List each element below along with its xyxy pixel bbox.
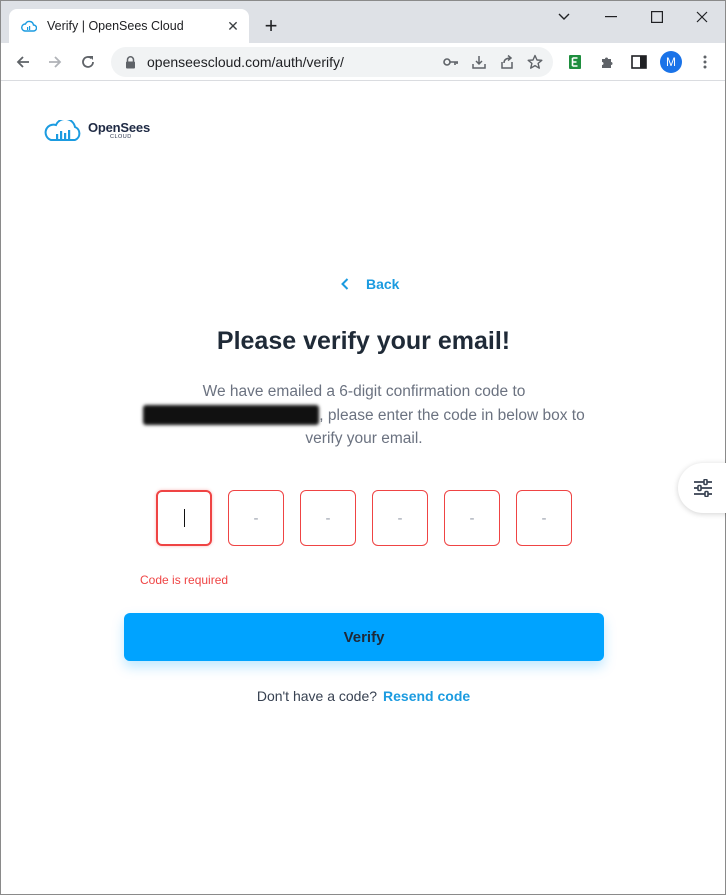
cloud-logo-icon [44, 120, 81, 141]
code-digit-input-3[interactable]: - [300, 490, 356, 546]
description-after: , please enter the code in below box to … [305, 406, 585, 448]
sliders-icon [694, 479, 712, 497]
extensions-puzzle-icon[interactable] [595, 50, 619, 74]
opensees-logo[interactable]: OpenSees CLOUD [42, 120, 150, 142]
maximize-icon[interactable] [634, 5, 680, 29]
minimize-icon[interactable] [588, 5, 634, 29]
code-input-group: - - - - - [156, 490, 572, 546]
code-digit-input-5[interactable]: - [444, 490, 500, 546]
key-icon[interactable] [437, 48, 465, 76]
resend-code-link[interactable]: Resend code [383, 688, 470, 704]
profile-avatar[interactable]: M [659, 50, 683, 74]
description-before: We have emailed a 6-digit confirmation c… [202, 383, 526, 400]
tab-close-icon[interactable]: ✕ [223, 16, 243, 36]
browser-window: Verify | OpenSees Cloud ✕ + openseesclou… [0, 0, 726, 895]
logo-subtitle: CLOUD [110, 134, 132, 141]
back-link[interactable]: Back [338, 276, 399, 292]
reload-icon[interactable] [74, 48, 102, 76]
bookmark-star-icon[interactable] [521, 48, 549, 76]
code-digit-input-6[interactable]: - [516, 490, 572, 546]
forward-arrow-icon[interactable] [41, 48, 69, 76]
no-code-text: Don't have a code? [256, 688, 378, 704]
chevron-left-icon [338, 277, 352, 291]
text-caret [183, 509, 185, 527]
share-icon[interactable] [493, 48, 521, 76]
profile-initial: M [660, 51, 682, 73]
new-tab-button[interactable]: + [259, 14, 283, 38]
extension-e-icon[interactable] [563, 50, 587, 74]
logo-wordmark: OpenSees CLOUD [88, 121, 150, 141]
settings-sliders-button[interactable] [678, 463, 726, 513]
side-panel-icon[interactable] [627, 50, 651, 74]
logo-name: OpenSees [88, 120, 150, 136]
code-error-message: Code is required [140, 573, 229, 587]
page-title: Please verify your email! [216, 327, 511, 355]
chevron-down-icon[interactable] [541, 5, 587, 29]
close-window-icon[interactable] [679, 5, 725, 29]
resend-row: Don't have a code? Resend code [2, 688, 725, 704]
back-label: Back [366, 276, 400, 292]
browser-tab[interactable]: Verify | OpenSees Cloud ✕ [9, 9, 249, 43]
verify-button[interactable]: Verify [124, 613, 604, 661]
url-text: openseescloud.com/auth/verify/ [147, 54, 344, 70]
install-app-icon[interactable] [465, 48, 493, 76]
browser-toolbar: openseescloud.com/auth/verify/ M [1, 43, 725, 81]
lock-icon [123, 55, 137, 69]
redacted-email [143, 404, 320, 425]
code-digit-input-2[interactable]: - [228, 490, 284, 546]
cloud-favicon-icon [21, 18, 37, 34]
title-bar: Verify | OpenSees Cloud ✕ + [1, 1, 725, 43]
page-content: OpenSees CLOUD Back Please verify your e… [2, 82, 726, 894]
code-digit-input-4[interactable]: - [372, 490, 428, 546]
address-bar[interactable]: openseescloud.com/auth/verify/ [111, 47, 553, 77]
tab-title: Verify | OpenSees Cloud [47, 19, 184, 33]
kebab-menu-icon[interactable] [693, 50, 717, 74]
verify-description: We have emailed a 6-digit confirmation c… [133, 380, 595, 451]
code-digit-input-1[interactable] [156, 490, 212, 546]
back-arrow-icon[interactable] [9, 48, 37, 76]
